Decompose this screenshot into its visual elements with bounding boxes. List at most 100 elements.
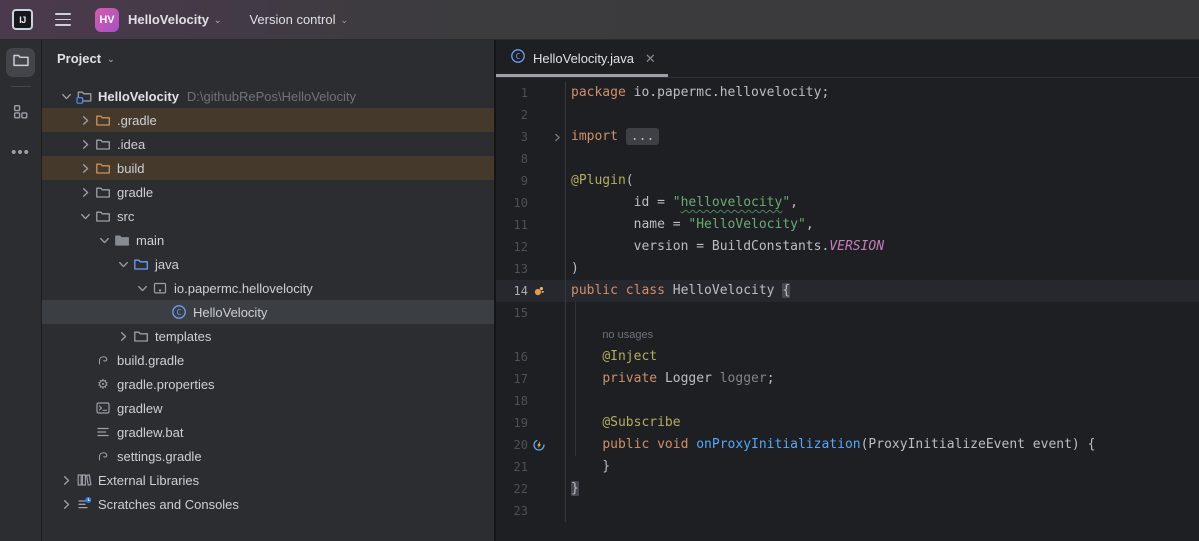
code-text[interactable]: name = "HelloVelocity", <box>566 214 814 236</box>
code-text[interactable]: @Subscribe <box>566 412 681 434</box>
editor-gutter: 13 <box>496 258 566 280</box>
code-line-18[interactable]: 18 <box>496 390 1199 412</box>
code-text[interactable]: id = "hellovelocity", <box>566 192 798 214</box>
code-text[interactable] <box>566 390 571 412</box>
code-line-23[interactable]: 23 <box>496 500 1199 522</box>
code-line-19[interactable]: 19 @Subscribe <box>496 412 1199 434</box>
tree-item-label: HelloVelocity <box>193 305 267 320</box>
code-text[interactable] <box>566 148 571 170</box>
tree-row-gradle-properties[interactable]: ⚙gradle.properties <box>42 372 494 396</box>
chevron-right-icon[interactable] <box>58 473 75 488</box>
code-line-16[interactable]: 16 @Inject <box>496 346 1199 368</box>
code-line-20[interactable]: 20 public void onProxyInitialization(Pro… <box>496 434 1199 456</box>
code-editor[interactable]: 1package io.papermc.hellovelocity;23impo… <box>496 78 1199 541</box>
code-line-22[interactable]: 22} <box>496 478 1199 500</box>
code-line-1[interactable]: 1package io.papermc.hellovelocity; <box>496 82 1199 104</box>
code-line-11[interactable]: 11 name = "HelloVelocity", <box>496 214 1199 236</box>
chevron-down-icon[interactable] <box>134 281 151 296</box>
event-gutter-icon[interactable] <box>528 438 550 452</box>
code-line-17[interactable]: 17 private Logger logger; <box>496 368 1199 390</box>
code-text[interactable]: ) <box>566 258 579 280</box>
inlay-hint-line[interactable]: no usages <box>496 324 1199 346</box>
code-text[interactable]: version = BuildConstants.VERSION <box>566 236 884 258</box>
code-token: onProxyInitialization <box>696 437 860 452</box>
code-text[interactable]: package io.papermc.hellovelocity; <box>566 82 829 104</box>
more-tool-windows-button[interactable]: ••• <box>6 138 35 167</box>
tab-hellovelocity-java[interactable]: C HelloVelocity.java ✕ <box>496 40 668 77</box>
chevron-right-icon[interactable] <box>58 497 75 512</box>
chevron-down-icon[interactable] <box>77 209 94 224</box>
chevron-down-icon[interactable] <box>96 233 113 248</box>
tree-row-build-gradle[interactable]: build.gradle <box>42 348 494 372</box>
code-text[interactable]: public class HelloVelocity { <box>566 280 790 302</box>
tree-item-label: .gradle <box>117 113 157 128</box>
folded-imports[interactable]: ... <box>626 128 659 145</box>
chevron-right-icon[interactable] <box>77 113 94 128</box>
tree-row-idea[interactable]: .idea <box>42 132 494 156</box>
version-control-selector[interactable]: Version control ⌄ <box>249 12 348 27</box>
tree-row-gradlew-bat[interactable]: gradlew.bat <box>42 420 494 444</box>
project-selector-label: HelloVelocity <box>128 12 209 27</box>
code-text[interactable]: private Logger logger; <box>566 368 775 390</box>
chevron-down-icon[interactable] <box>115 257 132 272</box>
close-icon[interactable]: ✕ <box>645 51 656 67</box>
code-text[interactable]: import ... <box>566 126 659 148</box>
velocity-gutter-icon[interactable] <box>528 284 550 298</box>
scratches-icon <box>75 496 93 512</box>
code-text[interactable] <box>566 500 571 522</box>
hamburger-menu-icon[interactable] <box>55 13 71 25</box>
tree-row-gradle[interactable]: gradle <box>42 180 494 204</box>
code-token: public void <box>602 437 696 452</box>
line-number: 17 <box>496 368 528 390</box>
code-text[interactable]: public void onProxyInitialization(ProxyI… <box>566 434 1095 456</box>
code-text[interactable]: } <box>566 478 579 500</box>
code-line-2[interactable]: 2 <box>496 104 1199 126</box>
tree-row-gradle[interactable]: .gradle <box>42 108 494 132</box>
chevron-down-icon[interactable] <box>58 89 75 104</box>
code-text[interactable] <box>566 104 571 126</box>
chevron-right-icon[interactable] <box>115 329 132 344</box>
tree-row-build[interactable]: build <box>42 156 494 180</box>
code-line-9[interactable]: 9@Plugin( <box>496 170 1199 192</box>
tree-row-src[interactable]: src <box>42 204 494 228</box>
tree-row-templates[interactable]: templates <box>42 324 494 348</box>
tree-row-scratches-and-consoles[interactable]: Scratches and Consoles <box>42 492 494 516</box>
project-panel-header[interactable]: Project ⌄ <box>42 40 494 76</box>
tree-row-external-libraries[interactable]: External Libraries <box>42 468 494 492</box>
tree-row-gradlew[interactable]: gradlew <box>42 396 494 420</box>
code-line-12[interactable]: 12 version = BuildConstants.VERSION <box>496 236 1199 258</box>
code-line-10[interactable]: 10 id = "hellovelocity", <box>496 192 1199 214</box>
fold-indicator-icon[interactable] <box>550 132 564 143</box>
chevron-right-icon[interactable] <box>77 137 94 152</box>
code-line-14[interactable]: 14public class HelloVelocity { <box>496 280 1199 302</box>
code-text[interactable]: @Inject <box>566 346 657 368</box>
project-badge[interactable]: HV <box>95 8 119 32</box>
tree-row-java[interactable]: java <box>42 252 494 276</box>
library-icon <box>75 472 93 488</box>
tree-row-settings-gradle[interactable]: settings.gradle <box>42 444 494 468</box>
code-text[interactable]: } <box>566 456 610 478</box>
code-token: import <box>571 129 626 144</box>
tree-row-hellovelocity[interactable]: HelloVelocityD:\githubRePos\HelloVelocit… <box>42 84 494 108</box>
tree-row-hellovelocity[interactable]: CHelloVelocity <box>42 300 494 324</box>
chevron-right-icon[interactable] <box>77 185 94 200</box>
chevron-right-icon[interactable] <box>77 161 94 176</box>
code-token: @Plugin <box>571 173 626 188</box>
code-text[interactable] <box>566 302 571 324</box>
code-text[interactable]: no usages <box>566 324 653 346</box>
code-text[interactable]: @Plugin( <box>566 170 634 192</box>
tree-row-main[interactable]: main <box>42 228 494 252</box>
project-tool-button[interactable] <box>6 48 35 77</box>
code-line-3[interactable]: 3import ... <box>496 126 1199 148</box>
project-selector[interactable]: HelloVelocity ⌄ <box>128 12 221 27</box>
code-line-8[interactable]: 8 <box>496 148 1199 170</box>
code-token: @Inject <box>602 349 657 364</box>
tree-item-label: build <box>117 161 144 176</box>
tree-item-label: gradlew <box>117 401 163 416</box>
code-line-21[interactable]: 21 } <box>496 456 1199 478</box>
code-line-13[interactable]: 13) <box>496 258 1199 280</box>
code-line-15[interactable]: 15 <box>496 302 1199 324</box>
code-token: , <box>806 217 814 232</box>
tree-row-io-papermc-hellovelocity[interactable]: io.papermc.hellovelocity <box>42 276 494 300</box>
structure-tool-button[interactable] <box>6 99 35 128</box>
